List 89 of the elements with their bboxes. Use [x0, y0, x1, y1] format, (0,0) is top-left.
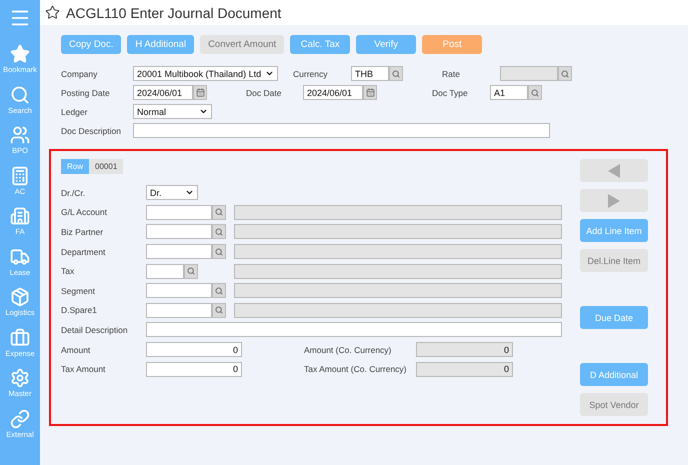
- search-button[interactable]: [558, 66, 572, 81]
- field-label: Amount: [61, 344, 92, 355]
- input-field[interactable]: [146, 264, 184, 279]
- field-label: Detail Description: [61, 324, 129, 335]
- field-label: Posting Date: [61, 88, 111, 98]
- field-label: Currency: [293, 68, 328, 78]
- dropdown[interactable]: Dr.: [146, 185, 198, 200]
- input-field[interactable]: [146, 204, 212, 220]
- search-button[interactable]: [212, 224, 226, 240]
- input-field[interactable]: [146, 322, 562, 338]
- action-button[interactable]: Add Line Item: [580, 219, 648, 242]
- star-icon: [10, 44, 30, 64]
- input-field[interactable]: [146, 224, 212, 240]
- star-icon[interactable]: [45, 5, 60, 20]
- amount-field[interactable]: 0: [146, 362, 242, 377]
- field-label: Segment: [61, 286, 96, 296]
- field-label: Biz Partner: [61, 226, 104, 237]
- search-icon: [215, 208, 223, 216]
- search-icon: [531, 88, 539, 96]
- field-label: Doc Description: [61, 126, 122, 136]
- people-icon: [10, 125, 30, 146]
- link-icon: [10, 408, 30, 429]
- input-field[interactable]: [146, 244, 212, 260]
- field-label: D.Spare1: [61, 305, 98, 316]
- date-field[interactable]: 2024/06/01: [133, 85, 193, 100]
- right-triangle-icon: [608, 194, 620, 208]
- calendar-button[interactable]: [193, 85, 207, 100]
- calendar-icon: [366, 88, 374, 97]
- calendar-icon: [196, 88, 204, 97]
- search-icon: [215, 248, 223, 256]
- briefcase-icon: [10, 328, 30, 348]
- box-icon: [10, 287, 30, 308]
- search-button[interactable]: [528, 85, 542, 100]
- search-button[interactable]: [184, 264, 198, 279]
- row-label: Row: [61, 159, 90, 174]
- toolbar-button[interactable]: H Additional: [127, 35, 194, 54]
- search-button[interactable]: [212, 283, 226, 298]
- field-label: Doc Date: [246, 88, 282, 98]
- amount-field[interactable]: 0: [146, 342, 242, 358]
- amount-field: 0: [416, 362, 513, 377]
- action-button[interactable]: D Additional: [580, 363, 648, 386]
- search-icon: [10, 84, 30, 105]
- input-field[interactable]: THB: [351, 66, 389, 81]
- field-label: Tax Amount: [61, 364, 106, 374]
- search-button[interactable]: [212, 302, 226, 318]
- dropdown[interactable]: Normal: [133, 104, 212, 119]
- input-field[interactable]: [146, 302, 212, 318]
- calendar-button[interactable]: [363, 85, 377, 100]
- input-field[interactable]: [146, 283, 212, 298]
- search-button[interactable]: [212, 244, 226, 260]
- settings-icon: [10, 368, 30, 388]
- input-field[interactable]: [133, 123, 550, 138]
- field-label: Doc Type: [432, 88, 469, 98]
- calculator-icon: [10, 166, 30, 186]
- building-icon: [10, 206, 30, 226]
- search-icon: [392, 70, 400, 78]
- window-title: ACGL110 Enter Journal Document: [66, 4, 282, 20]
- toolbar-button[interactable]: Copy Doc.: [61, 35, 122, 54]
- field-label: Dr./Cr.: [61, 188, 86, 198]
- left-triangle-icon: [608, 164, 620, 178]
- chevron-icon: [199, 107, 208, 116]
- search-icon: [215, 228, 223, 236]
- toolbar-button[interactable]: Convert Amount: [200, 35, 284, 54]
- input-field[interactable]: A1: [490, 85, 528, 100]
- search-button[interactable]: [389, 66, 403, 81]
- input-field[interactable]: [500, 66, 558, 81]
- field-label: Company: [61, 68, 98, 78]
- search-icon: [561, 70, 569, 78]
- toolbar-button[interactable]: Calc. Tax: [290, 35, 350, 54]
- truck-icon: [10, 246, 30, 267]
- search-icon: [215, 286, 223, 295]
- field-label: Rate: [442, 68, 461, 78]
- action-button[interactable]: Due Date: [580, 306, 648, 329]
- search-button[interactable]: [212, 204, 226, 220]
- date-field[interactable]: 2024/06/01: [303, 85, 363, 100]
- dropdown[interactable]: 20001 Multibook (Thailand) Ltd: [133, 66, 278, 81]
- field-label: Amount (Co. Currency): [304, 344, 392, 355]
- search-icon: [187, 267, 195, 276]
- field-label: Tax: [61, 266, 76, 276]
- search-icon: [215, 306, 223, 314]
- field-label: Tax Amount (Co. Currency): [304, 364, 408, 374]
- field-label: Ledger: [61, 106, 88, 116]
- field-label: G/L Account: [61, 207, 108, 218]
- row-number: 00001: [89, 159, 124, 174]
- chevron-icon: [265, 69, 274, 78]
- toolbar-button[interactable]: Post: [422, 35, 482, 54]
- toolbar-button[interactable]: Verify: [356, 35, 416, 54]
- amount-field: 0: [416, 342, 513, 358]
- field-label: Department: [61, 246, 106, 257]
